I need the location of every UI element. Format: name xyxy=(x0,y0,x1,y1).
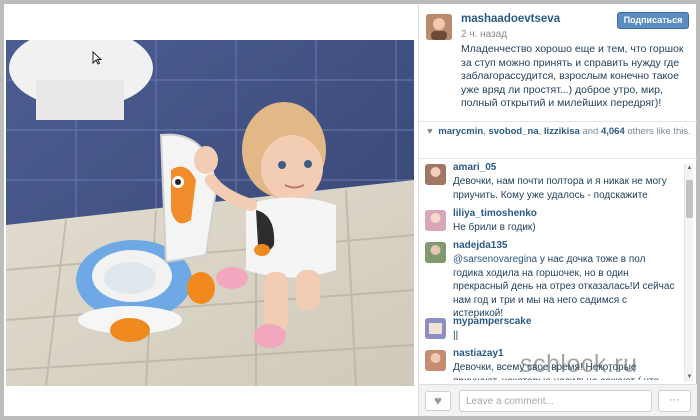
comment-username[interactable]: mypamperscake xyxy=(453,316,531,327)
like-button[interactable]: ♥ xyxy=(425,391,451,411)
likes-summary: ♥ marycmin, svobod_na, lizzikisa and 4,0… xyxy=(427,126,691,137)
like-user[interactable]: marycmin xyxy=(438,126,483,137)
post-header: mashaadoevtseva 2 ч. назад Подписаться М… xyxy=(419,4,697,122)
divider xyxy=(419,158,697,159)
follow-button[interactable]: Подписаться xyxy=(617,12,689,29)
scroll-up-arrow-icon[interactable]: ▲ xyxy=(685,164,694,173)
post-photo[interactable] xyxy=(6,40,414,386)
site-watermark: schlock.ru xyxy=(520,350,638,378)
likes-count[interactable]: 4,064 xyxy=(601,126,625,137)
scroll-thumb[interactable] xyxy=(686,180,693,218)
comment-avatar[interactable] xyxy=(425,350,446,371)
like-user[interactable]: lizzikisa xyxy=(544,126,580,137)
comment-composer: ♥ ··· xyxy=(419,384,697,416)
comment-username[interactable]: amari_05 xyxy=(453,162,496,173)
comment-text: Не брили в годик) xyxy=(453,222,536,233)
comment-avatar[interactable] xyxy=(425,318,446,339)
comment-avatar[interactable] xyxy=(425,164,446,185)
comment-text: || xyxy=(453,330,459,341)
comment-avatar[interactable] xyxy=(425,210,446,231)
more-options-button[interactable]: ··· xyxy=(658,390,691,412)
mouse-cursor-icon xyxy=(92,50,103,65)
owner-username[interactable]: mashaadoevtseva xyxy=(461,13,560,25)
comment-username[interactable]: nadejda135 xyxy=(453,240,507,251)
comment-text: Девочки, нам почти полтора и я никак не … xyxy=(453,176,667,201)
post-timestamp: 2 ч. назад xyxy=(461,29,508,40)
owner-avatar[interactable] xyxy=(426,14,452,40)
comment-input[interactable] xyxy=(459,390,652,412)
comment-username[interactable]: nastiazay1 xyxy=(453,348,504,359)
photo-area xyxy=(4,4,416,416)
post-caption: Младенчество хорошо еще и тем, что горшо… xyxy=(461,43,684,109)
scroll-down-arrow-icon[interactable]: ▼ xyxy=(685,373,694,382)
like-user[interactable]: svobod_na xyxy=(488,126,538,137)
heart-icon: ♥ xyxy=(434,393,442,408)
likes-tail: others like this. xyxy=(627,126,691,137)
heart-icon: ♥ xyxy=(427,126,433,137)
comments-scrollbar[interactable]: ▲ ▼ xyxy=(684,164,693,382)
comments-list: amari_05 Девочки, нам почти полтора и я … xyxy=(419,160,682,380)
comment-avatar[interactable] xyxy=(425,242,446,263)
comment-text: @sarsenovaregina у нас дочка тоже в пол … xyxy=(453,253,677,321)
comment-username[interactable]: liliya_timoshenko xyxy=(453,208,537,219)
comment-mention[interactable]: @sarsenovaregina xyxy=(453,254,537,265)
likes-and: and xyxy=(582,126,599,137)
